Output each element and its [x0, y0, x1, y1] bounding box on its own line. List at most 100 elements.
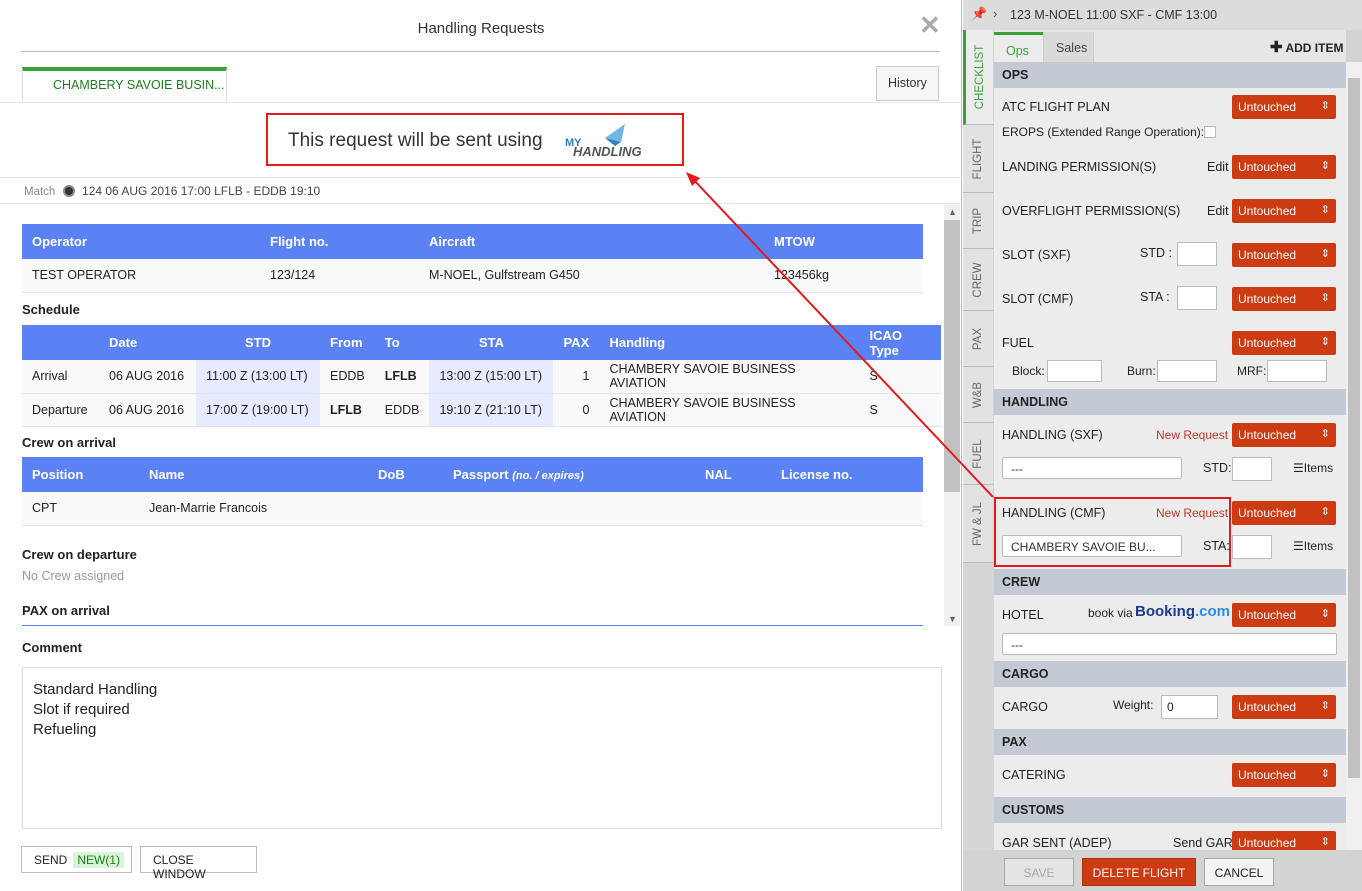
col-operator: Operator [22, 224, 260, 259]
fuel-status[interactable]: Untouched [1232, 331, 1336, 355]
erops-checkbox[interactable] [1204, 126, 1216, 138]
slot-sxf-status[interactable]: Untouched [1232, 243, 1336, 267]
slot-sta-input[interactable] [1177, 286, 1217, 310]
row-std: 11:00 Z (13:00 LT) [196, 360, 320, 394]
match-radio[interactable] [62, 185, 75, 197]
tab-ops[interactable]: Ops [994, 32, 1043, 62]
send-gar-link[interactable]: Send GAR [1173, 836, 1233, 850]
handling-sta-input[interactable] [1232, 535, 1272, 559]
scroll-down-icon[interactable]: ▼ [948, 614, 957, 624]
col-mtow: MTOW [764, 224, 923, 259]
handling-std-input[interactable] [1232, 457, 1272, 481]
catering-status[interactable]: Untouched [1232, 763, 1336, 787]
tab-chambery[interactable]: CHAMBERY SAVOIE BUSIN... [22, 67, 227, 102]
tab-wb[interactable]: W&B [963, 367, 993, 423]
gar-status[interactable]: Untouched [1232, 831, 1336, 850]
pin-icon[interactable]: 📌 [971, 6, 987, 22]
tab-fw-jl[interactable]: FW & JL [963, 485, 993, 563]
handling-sxf-status[interactable]: Untouched [1232, 423, 1336, 447]
overflight-status[interactable]: Untouched [1232, 199, 1336, 223]
fuel-label: FUEL [1002, 336, 1034, 350]
no-crew-text: No Crew assigned [22, 569, 125, 583]
handling-sxf-label: HANDLING (SXF) [1002, 428, 1103, 442]
col-flight: Flight no. [260, 224, 419, 259]
myhandling-logo: MY HANDLING [565, 124, 642, 159]
tab-sales[interactable]: Sales [1043, 32, 1094, 62]
close-window-button[interactable]: CLOSE WINDOW [140, 846, 257, 881]
comment-textarea[interactable]: Standard Handling Slot if required Refue… [22, 667, 942, 829]
group-pax: PAX [994, 729, 1346, 755]
handling-sxf-select[interactable]: --- [1002, 457, 1182, 479]
landing-status[interactable]: Untouched [1232, 155, 1336, 179]
items-button[interactable]: ☰Items [1293, 539, 1333, 553]
hotel-status[interactable]: Untouched [1232, 603, 1336, 627]
table-row: Arrival 06 AUG 2016 11:00 Z (13:00 LT) E… [22, 360, 941, 394]
mrf-label: MRF: [1237, 364, 1267, 378]
delete-flight-button[interactable]: DELETE FLIGHT [1082, 858, 1196, 886]
scrollbar-thumb[interactable] [944, 220, 960, 492]
table-row: TEST OPERATOR 123/124 M-NOEL, Gulfstream… [22, 259, 923, 293]
col-from: From [320, 325, 375, 360]
row-date: 06 AUG 2016 [99, 393, 196, 427]
handling-sxf-new-request[interactable]: New Request [1156, 428, 1228, 442]
col-handling: Handling [599, 325, 860, 360]
tab-crew[interactable]: CREW [963, 249, 993, 311]
operator-cell: TEST OPERATOR [22, 259, 260, 293]
col-dob: DoB [368, 457, 443, 492]
burn-input[interactable] [1157, 360, 1217, 382]
slot-cmf-status[interactable]: Untouched [1232, 287, 1336, 311]
tab-fuel[interactable]: FUEL [963, 423, 993, 485]
col-name: Name [139, 457, 368, 492]
divider [21, 51, 940, 52]
tab-trip[interactable]: TRIP [963, 193, 993, 249]
schedule-title: Schedule [22, 302, 80, 317]
row-from: LFLB [320, 393, 375, 427]
list-icon: ☰ [1293, 461, 1304, 475]
save-button[interactable]: SAVE [1004, 858, 1074, 886]
catering-label: CATERING [1002, 768, 1066, 782]
tab-pax[interactable]: PAX [963, 311, 993, 367]
block-input[interactable] [1047, 360, 1102, 382]
row-to: LFLB [374, 360, 430, 394]
atc-label: ATC FLIGHT PLAN [1002, 100, 1110, 114]
add-item-button[interactable]: ✚ ADD ITEM [1270, 38, 1343, 56]
row-std: 17:00 Z (19:00 LT) [196, 393, 320, 427]
tab-checklist[interactable]: CHECKLIST [963, 30, 993, 125]
chevron-right-icon[interactable]: › [993, 6, 997, 21]
group-crew: CREW [994, 569, 1346, 595]
landing-edit[interactable]: Edit [1207, 160, 1229, 174]
cancel-button[interactable]: CANCEL [1204, 858, 1274, 886]
sta-label: STA : [1140, 290, 1170, 304]
send-button[interactable]: SEND NEW(1) [21, 846, 132, 873]
slot-std-input[interactable] [1177, 242, 1217, 266]
table-row: Departure 06 AUG 2016 17:00 Z (19:00 LT)… [22, 393, 941, 427]
items-label: Items [1303, 461, 1334, 475]
send-badge: NEW(1) [73, 852, 125, 868]
scrollbar-thumb[interactable] [1348, 78, 1360, 778]
history-button[interactable]: History [876, 66, 939, 101]
handling-cmf-status[interactable]: Untouched [1232, 501, 1336, 525]
hotel-select[interactable]: --- [1002, 633, 1337, 655]
hotel-label: HOTEL [1002, 608, 1044, 622]
atc-status[interactable]: Untouched [1232, 95, 1336, 119]
match-value: 124 06 AUG 2016 17:00 LFLB - EDDB 19:10 [82, 184, 321, 198]
mrf-input[interactable] [1267, 360, 1327, 382]
modal-title: Handling Requests [417, 20, 545, 37]
overflight-edit[interactable]: Edit [1207, 204, 1229, 218]
cargo-status[interactable]: Untouched [1232, 695, 1336, 719]
row-pax: 0 [553, 393, 600, 427]
col-passport-hint: (no. / expires) [512, 470, 584, 482]
col-sta: STA [429, 325, 554, 360]
col-icao: ICAO Type [859, 325, 941, 360]
std-label: STD: [1203, 461, 1232, 475]
plus-icon: ✚ [1270, 39, 1283, 56]
divider [0, 177, 962, 178]
scroll-up-icon[interactable]: ▲ [948, 207, 957, 217]
block-label: Block: [1012, 364, 1045, 378]
weight-input[interactable]: 0 [1161, 695, 1218, 719]
tab-flight[interactable]: FLIGHT [963, 125, 993, 193]
items-button[interactable]: ☰Items [1293, 461, 1333, 475]
booking-logo[interactable]: Booking.com [1135, 603, 1230, 620]
table-row: CPT Jean-Marrie Francois [22, 492, 923, 526]
close-icon[interactable]: ✕ [919, 10, 941, 41]
